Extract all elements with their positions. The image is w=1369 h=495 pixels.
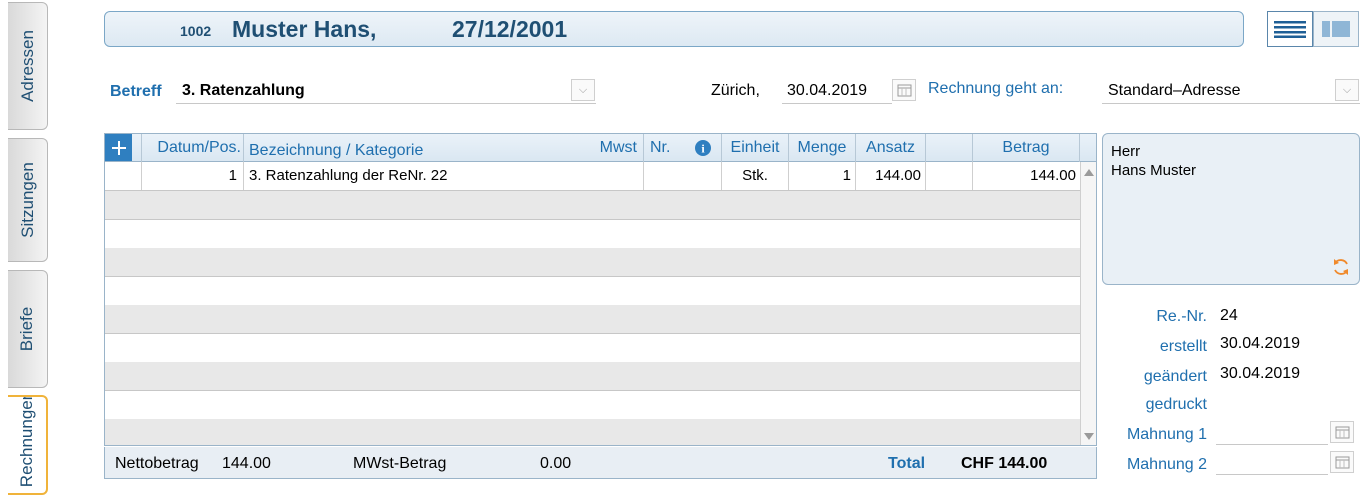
geaendert-label: geändert	[1143, 368, 1207, 385]
table-row[interactable]: 1 3. Ratenzahlung der ReNr. 22 Stk. 1 14…	[105, 162, 1080, 191]
recipient-value: Standard–Adresse	[1108, 82, 1241, 99]
calendar-icon	[1335, 456, 1350, 469]
tab-sitzungen[interactable]: Sitzungen	[8, 138, 48, 262]
place-label: Zürich,	[711, 82, 760, 99]
geaendert-value: 30.04.2019	[1220, 365, 1301, 382]
header-einheit[interactable]: Einheit	[722, 134, 789, 162]
chevron-down-icon: ⌵	[1342, 83, 1352, 96]
renr-value: 24	[1220, 307, 1238, 324]
betreff-label: Betreff	[110, 83, 162, 100]
mahnung2-field[interactable]	[1216, 451, 1328, 475]
row-handle	[105, 162, 142, 190]
erstellt-label: erstellt	[1159, 338, 1207, 355]
list-view-icon	[1274, 21, 1306, 38]
cell-einheit[interactable]: Stk.	[722, 162, 789, 190]
renr-label: Re.-Nr.	[1156, 308, 1207, 325]
cell-betrag[interactable]: 144.00	[973, 162, 1080, 190]
table-row-empty[interactable]	[105, 419, 1080, 445]
cell-pos[interactable]: 1	[142, 162, 244, 190]
header-bezeichnung-label: Bezeichnung / Kategorie	[249, 142, 424, 159]
cell-menge[interactable]: 1	[789, 162, 856, 190]
table-row-empty[interactable]	[105, 277, 1080, 306]
mahnung2-calendar-button[interactable]	[1330, 451, 1354, 473]
netto-label: Nettobetrag	[115, 455, 199, 472]
table-row-empty[interactable]	[105, 191, 1080, 220]
invoice-items-table: Datum/Pos. Bezeichnung / Kategorie Mwst …	[104, 133, 1097, 446]
header-bezeichnung[interactable]: Bezeichnung / Kategorie Mwst	[244, 134, 644, 162]
plus-icon	[111, 140, 126, 155]
table-header: Datum/Pos. Bezeichnung / Kategorie Mwst …	[105, 134, 1096, 162]
date-calendar-button[interactable]	[892, 79, 916, 101]
table-row-empty[interactable]	[105, 305, 1080, 334]
tab-label: Sitzungen	[17, 162, 37, 238]
table-row-empty[interactable]	[105, 220, 1080, 249]
cell-ansatz[interactable]: 144.00	[856, 162, 926, 190]
scroll-down-icon[interactable]	[1082, 431, 1096, 443]
header-mwst[interactable]: Mwst	[600, 139, 637, 157]
calendar-icon	[897, 84, 912, 97]
tab-label: Briefe	[17, 306, 37, 352]
header-ansatz[interactable]: Ansatz	[856, 134, 926, 162]
cell-nr[interactable]	[644, 162, 722, 190]
mwst-label: MWst-Betrag	[353, 455, 447, 472]
header-nr[interactable]: Nr. i	[644, 134, 722, 162]
netto-value: 144.00	[222, 455, 271, 472]
mahnung1-field[interactable]	[1216, 421, 1328, 445]
betreff-dropdown-button[interactable]: ⌵	[571, 79, 595, 101]
mahnung1-label: Mahnung 1	[1126, 426, 1207, 443]
tab-rechnungen[interactable]: Rechnungen	[8, 395, 48, 495]
patient-birth-date: 27/12/2001	[452, 16, 568, 42]
date-value: 30.04.2019	[787, 82, 868, 99]
address-box[interactable]: Herr Hans Muster	[1102, 133, 1360, 285]
scroll-up-icon[interactable]	[1082, 166, 1096, 178]
chevron-down-icon: ⌵	[578, 83, 588, 96]
mahnung2-label: Mahnung 2	[1126, 456, 1207, 473]
header-menge[interactable]: Menge	[789, 134, 856, 162]
table-row-empty[interactable]	[105, 391, 1080, 420]
recipient-label: Rechnung geht an:	[928, 80, 1064, 97]
date-field[interactable]: 30.04.2019	[782, 78, 892, 104]
betreff-field[interactable]: 3. Ratenzahlung	[176, 78, 596, 104]
betreff-value: 3. Ratenzahlung	[182, 82, 305, 99]
refresh-icon[interactable]	[1330, 256, 1352, 278]
calendar-icon	[1335, 426, 1350, 439]
tab-label: Rechnungen	[17, 395, 37, 488]
table-row-empty[interactable]	[105, 248, 1080, 277]
sidebar: Adressen Sitzungen Briefe Rechnungen	[0, 0, 50, 495]
erstellt-value: 30.04.2019	[1220, 335, 1301, 352]
total-value: CHF 144.00	[961, 455, 1048, 472]
mwst-value: 0.00	[540, 455, 572, 472]
table-scrollbar[interactable]	[1080, 162, 1096, 445]
header-betrag[interactable]: Betrag	[973, 134, 1080, 162]
total-label: Total	[888, 455, 926, 472]
table-row-empty[interactable]	[105, 362, 1080, 391]
address-line-1: Herr	[1111, 143, 1141, 160]
header-nr-label: Nr.	[650, 139, 671, 156]
view-toggle	[1267, 11, 1359, 47]
header-empty	[926, 134, 973, 162]
mahnung1-calendar-button[interactable]	[1330, 421, 1354, 443]
cell-empty[interactable]	[926, 162, 973, 190]
split-view-button[interactable]	[1313, 11, 1359, 47]
patient-name: Muster Hans,	[232, 16, 377, 42]
patient-id: 1002	[180, 23, 212, 39]
address-line-2: Hans Muster	[1111, 162, 1197, 179]
table-row-empty[interactable]	[105, 334, 1080, 363]
header-spacer	[132, 134, 142, 162]
split-view-icon	[1322, 21, 1350, 37]
add-row-button[interactable]	[105, 134, 132, 161]
tab-briefe[interactable]: Briefe	[8, 270, 48, 388]
recipient-dropdown-button[interactable]: ⌵	[1335, 79, 1359, 101]
cell-bezeichnung[interactable]: 3. Ratenzahlung der ReNr. 22	[244, 162, 644, 190]
list-view-button[interactable]	[1267, 11, 1313, 47]
recipient-field[interactable]: Standard–Adresse	[1102, 78, 1360, 104]
tab-adressen[interactable]: Adressen	[8, 2, 48, 130]
info-icon[interactable]: i	[694, 139, 712, 157]
header-datum[interactable]: Datum/Pos.	[142, 134, 244, 162]
gedruckt-label: gedruckt	[1145, 396, 1207, 413]
tab-label: Adressen	[17, 30, 37, 102]
totals-bar: Nettobetrag 144.00 MWst-Betrag 0.00 Tota…	[104, 447, 1097, 479]
